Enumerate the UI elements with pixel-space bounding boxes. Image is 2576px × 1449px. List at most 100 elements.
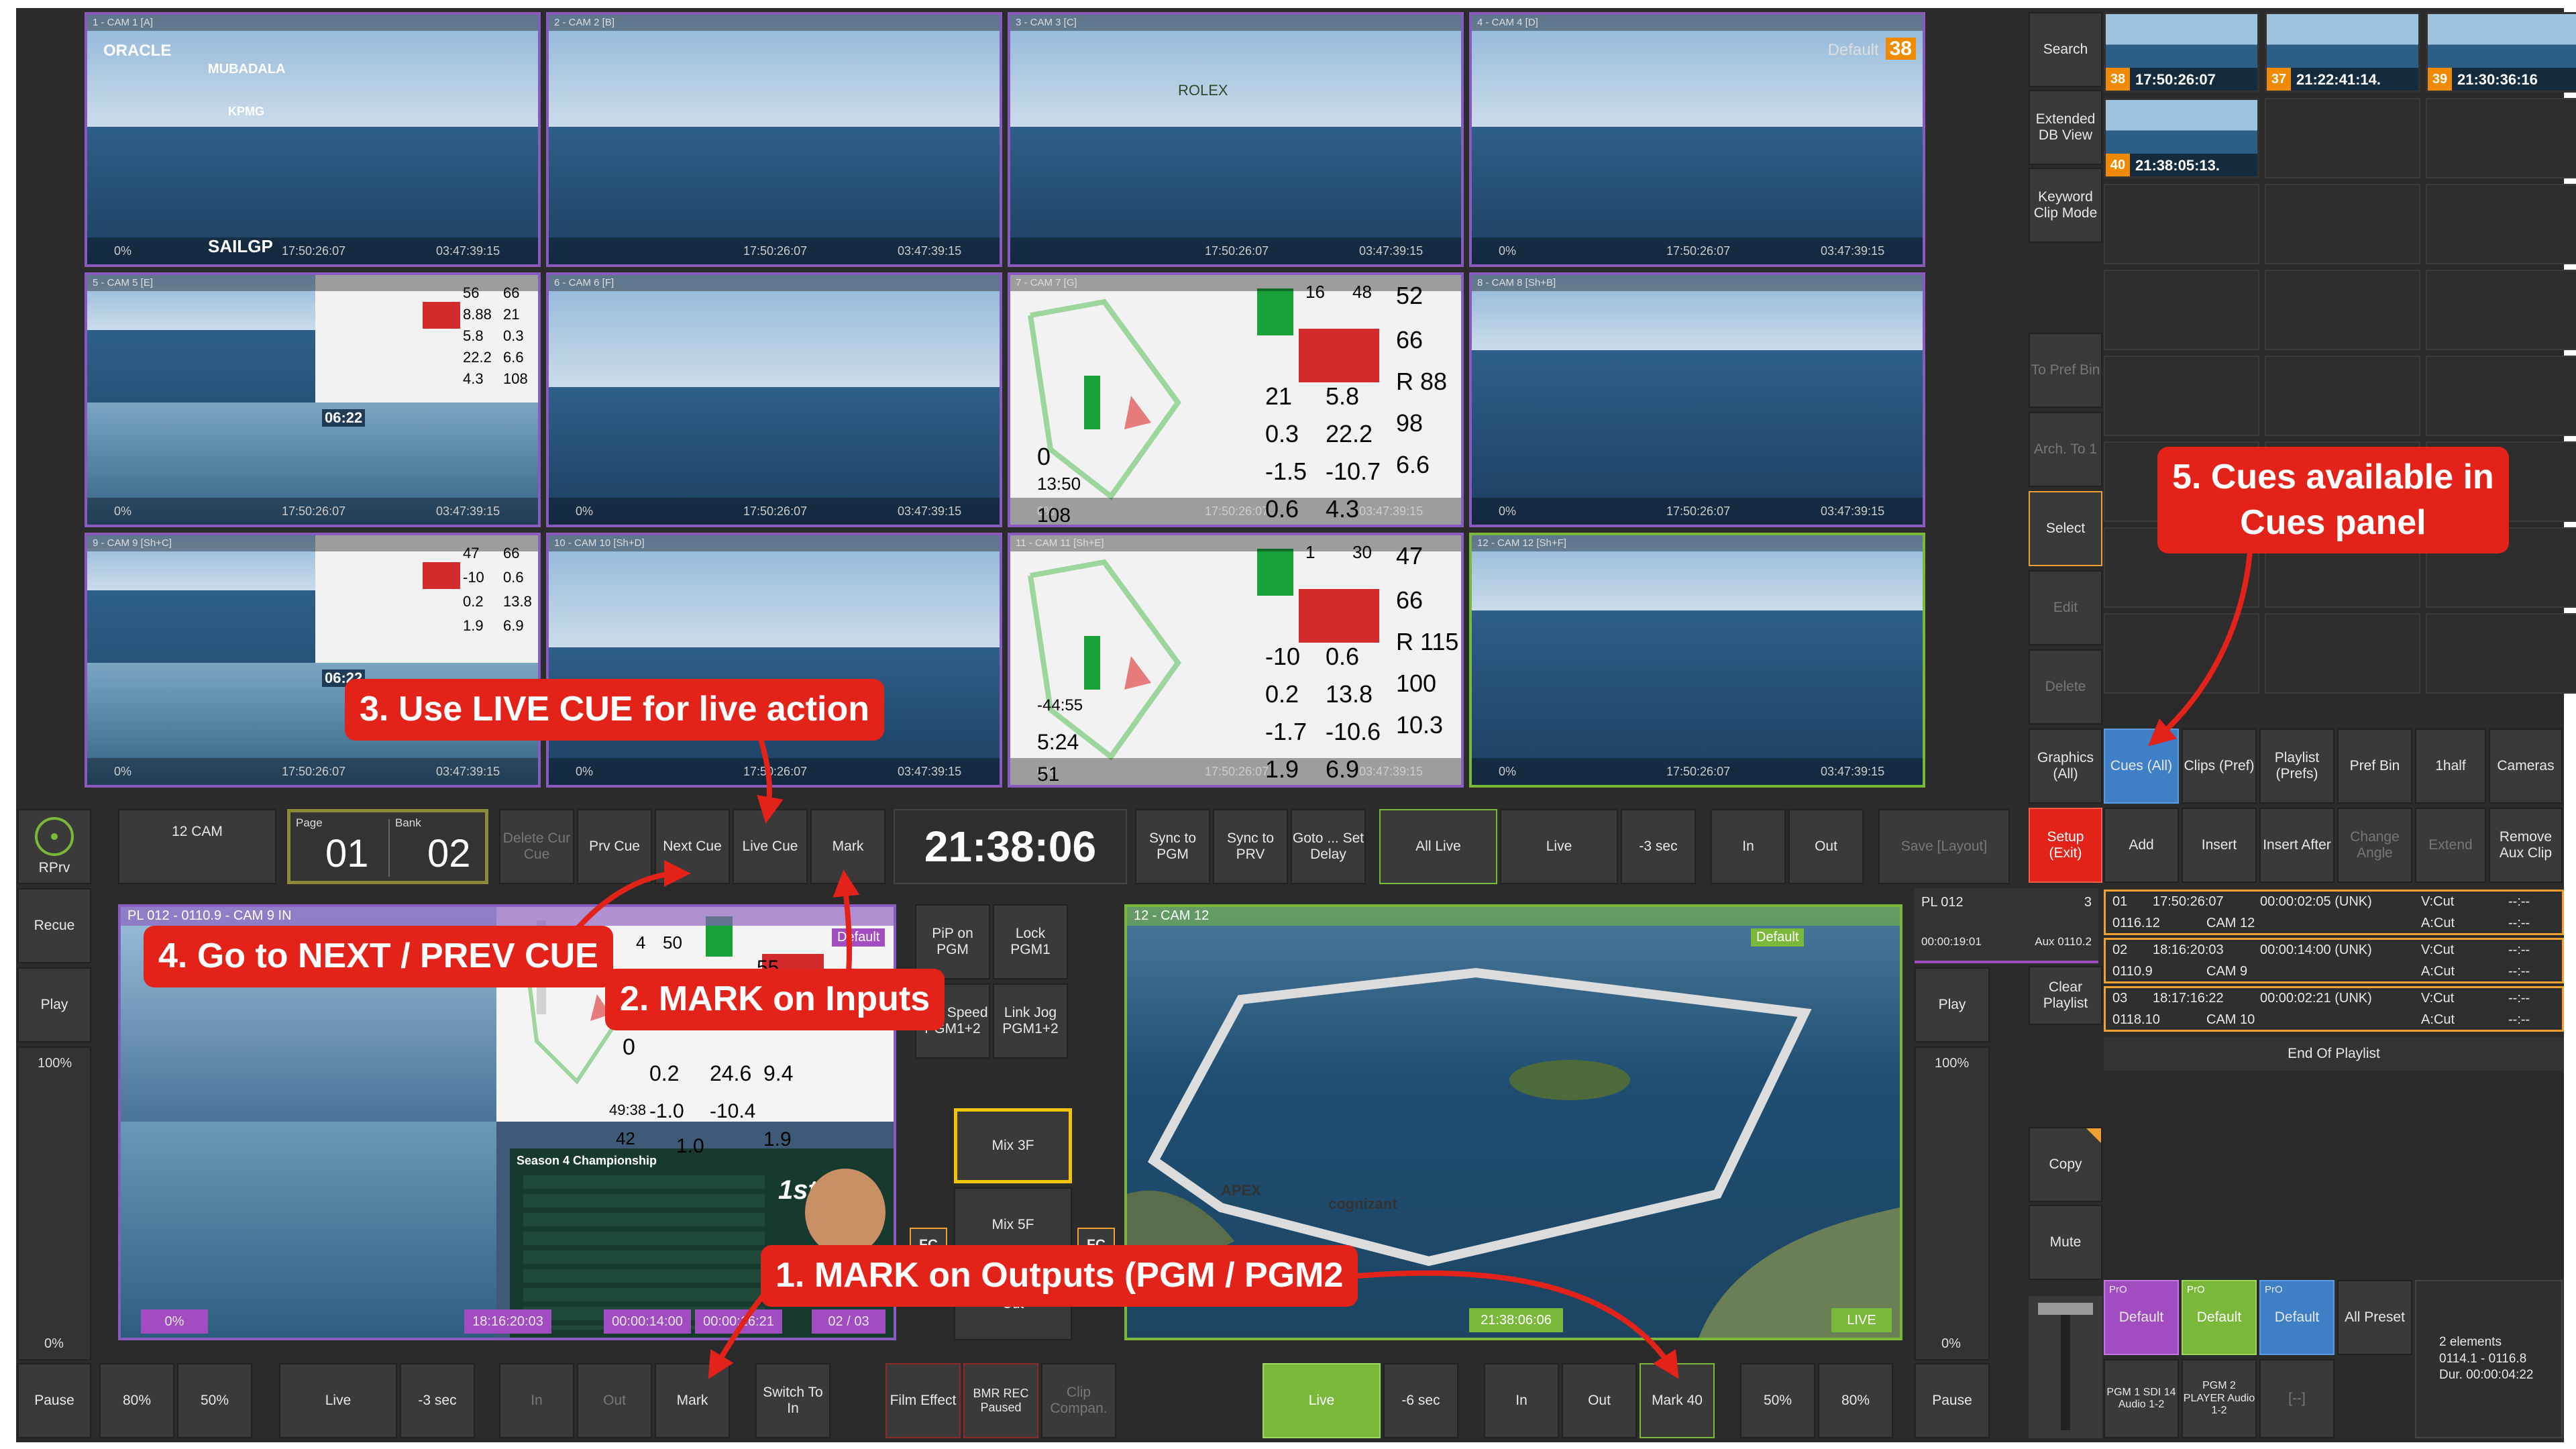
clip-slot[interactable] xyxy=(2104,356,2259,436)
mute-button[interactable]: Mute xyxy=(2029,1205,2102,1280)
tab-cues[interactable]: Cues (All) xyxy=(2104,729,2179,804)
speed-slider[interactable]: 100% 0% xyxy=(17,1046,91,1360)
next-cue-button[interactable]: Next Cue xyxy=(655,809,730,884)
clip-slot[interactable] xyxy=(2426,613,2576,694)
speed-50-button-right[interactable]: 50% xyxy=(1740,1363,1815,1438)
clip-slot[interactable] xyxy=(2265,98,2420,178)
camera-tile[interactable]: 4 - CAM 4 [D] 0% 17:50:26:07 03:47:39:15 Def… xyxy=(1469,12,1925,267)
link-jog-button[interactable]: Link Jog PGM1+2 xyxy=(993,983,1068,1059)
switch-to-in-button[interactable]: Switch To In xyxy=(755,1363,830,1438)
clip-slot[interactable] xyxy=(2104,184,2259,264)
live-button-top[interactable]: Live xyxy=(1500,809,1618,884)
preset-default-3[interactable]: PrO Default xyxy=(2259,1280,2334,1355)
out-button-bottom-right[interactable]: Out xyxy=(1562,1363,1637,1438)
goto-set-delay-button[interactable]: Goto ... Set Delay xyxy=(1291,809,1366,884)
insert-after-button[interactable]: Insert After xyxy=(2259,808,2334,883)
speed-slider-right[interactable]: 100% 0% xyxy=(1915,1046,1990,1360)
in-button-bottom-left[interactable]: In xyxy=(499,1363,574,1438)
clip-slot[interactable] xyxy=(2426,270,2576,350)
out-button-top[interactable]: Out xyxy=(1788,809,1864,884)
to-pref-bin-button[interactable]: To Pref Bin xyxy=(2029,333,2102,408)
minus-6-sec-button[interactable]: -6 sec xyxy=(1383,1363,1458,1438)
speed-80-button-left[interactable]: 80% xyxy=(99,1363,174,1438)
mark-button-bottom-left[interactable]: Mark xyxy=(655,1363,730,1438)
tab-cameras[interactable]: Cameras xyxy=(2489,729,2563,804)
empty-output-button[interactable]: [--] xyxy=(2259,1359,2334,1438)
camera-tile[interactable]: 10 - CAM 10 [Sh+D] 0% 17:50:26:07 03:47:39:… xyxy=(546,533,1002,788)
clip-slot[interactable] xyxy=(2104,613,2259,694)
add-button[interactable]: Add xyxy=(2104,808,2179,883)
pgm2-output-button[interactable]: PGM 2 PLAYER Audio 1-2 xyxy=(2182,1359,2257,1438)
fader-knob[interactable] xyxy=(2038,1303,2093,1315)
cue-row[interactable]: 03 18:17:16:22 00:00:02:21 (UNK) V:Cut --:--… xyxy=(2104,986,2564,1032)
tab-pref-bin[interactable]: Pref Bin xyxy=(2337,729,2412,804)
recue-button[interactable]: Recue xyxy=(17,888,91,963)
archive-to-button[interactable]: Arch. To 1 xyxy=(2029,412,2102,487)
sync-to-prv-button[interactable]: Sync to PRV xyxy=(1213,809,1288,884)
in-button-bottom-right[interactable]: In xyxy=(1484,1363,1559,1438)
tab-clips[interactable]: Clips (Pref) xyxy=(2182,729,2257,804)
clear-playlist-button[interactable]: Clear Playlist xyxy=(2029,966,2102,1025)
mark-input-button[interactable]: Mark xyxy=(810,809,885,884)
tab-playlist[interactable]: Playlist (Prefs) xyxy=(2259,729,2334,804)
camera-tile[interactable]: 7 - CAM 7 [G] 0% 17:50:26:07 03:47:39:15 16 4… xyxy=(1008,272,1464,527)
preset-default-1[interactable]: PrO Default xyxy=(2104,1280,2179,1355)
speed-50-button-left[interactable]: 50% xyxy=(177,1363,252,1438)
copy-button[interactable]: Copy xyxy=(2029,1127,2102,1202)
camera-tile[interactable]: 5 - CAM 5 [E] 0% 17:50:26:07 03:47:39:15 56 6… xyxy=(85,272,541,527)
out-button-bottom-left[interactable]: Out xyxy=(577,1363,652,1438)
prv-cue-button[interactable]: Prv Cue xyxy=(577,809,652,884)
play-button[interactable]: Play xyxy=(17,967,91,1042)
clip-companion-button[interactable]: Clip Compan. xyxy=(1041,1363,1116,1438)
camera-tile[interactable]: 11 - CAM 11 [Sh+E] 0% 17:50:26:07 03:47:39:… xyxy=(1008,533,1464,788)
minus-3-sec-button-bottom[interactable]: -3 sec xyxy=(400,1363,475,1438)
clip-slot[interactable] xyxy=(2426,98,2576,178)
delete-button[interactable]: Delete xyxy=(2029,649,2102,724)
insert-button[interactable]: Insert xyxy=(2182,808,2257,883)
clip-slot[interactable] xyxy=(2104,270,2259,350)
live-cue-button[interactable]: Live Cue xyxy=(733,809,808,884)
save-layout-button[interactable]: Save [Layout] xyxy=(1878,809,2010,884)
extend-button[interactable]: Extend xyxy=(2415,808,2486,883)
camera-tile[interactable]: 1 - CAM 1 [A] 0% 17:50:26:07 03:47:39:15 ORA… xyxy=(85,12,541,267)
all-live-button[interactable]: All Live xyxy=(1379,809,1497,884)
camera-tile[interactable]: 12 - CAM 12 [Sh+F] 0% 17:50:26:07 03:47:39:… xyxy=(1469,533,1925,788)
clip-slot[interactable] xyxy=(2265,270,2420,350)
play-button-right[interactable]: Play xyxy=(1915,967,1990,1042)
change-angle-button[interactable]: Change Angle xyxy=(2337,808,2412,883)
live-button-bottom-green[interactable]: Live xyxy=(1263,1363,1381,1438)
sync-to-pgm-button[interactable]: Sync to PGM xyxy=(1135,809,1210,884)
lock-pgm1-button[interactable]: Lock PGM1 xyxy=(993,904,1068,979)
minus-3-sec-button-top[interactable]: -3 sec xyxy=(1621,809,1696,884)
all-preset-button[interactable]: All Preset xyxy=(2337,1280,2412,1355)
bmr-rec-button[interactable]: BMR REC Paused xyxy=(963,1363,1038,1438)
page-bank-display[interactable]: Page 01 Bank 02 xyxy=(287,809,488,884)
delete-cur-cue-button[interactable]: Delete Cur Cue xyxy=(499,809,574,884)
pause-button-right[interactable]: Pause xyxy=(1915,1363,1990,1438)
film-effect-button[interactable]: Film Effect xyxy=(885,1363,961,1438)
mix-3f-button[interactable]: Mix 3F xyxy=(954,1108,1072,1183)
edit-button[interactable]: Edit xyxy=(2029,570,2102,645)
camera-tile[interactable]: 2 - CAM 2 [B] 17:50:26:07 03:47:39:15 xyxy=(546,12,1002,267)
camera-tile[interactable]: 3 - CAM 3 [C] 17:50:26:07 03:47:39:15 ROLEX xyxy=(1008,12,1464,267)
clip-slot[interactable] xyxy=(2265,613,2420,694)
clip-thumbnail[interactable]: 21:30:36:16 39 xyxy=(2426,12,2576,93)
pgm1-output-button[interactable]: PGM 1 SDI 14 Audio 1-2 xyxy=(2104,1359,2179,1438)
clip-thumbnail[interactable]: 21:38:05:13. 40 xyxy=(2104,98,2259,178)
setup-exit-button[interactable]: Setup (Exit) xyxy=(2029,808,2102,883)
clip-slot[interactable] xyxy=(2426,356,2576,436)
search-button[interactable]: Search xyxy=(2029,12,2102,87)
cue-row[interactable]: 01 17:50:26:07 00:00:02:05 (UNK) V:Cut --:--… xyxy=(2104,890,2564,935)
clip-slot[interactable] xyxy=(2265,356,2420,436)
live-button-bottom-left[interactable]: Live xyxy=(279,1363,397,1438)
audio-fader[interactable] xyxy=(2029,1296,2102,1438)
camera-tile[interactable]: 6 - CAM 6 [F] 0% 17:50:26:07 03:47:39:15 xyxy=(546,272,1002,527)
extended-db-view-button[interactable]: Extended DB View xyxy=(2029,90,2102,165)
clip-thumbnail[interactable]: 17:50:26:07 38 xyxy=(2104,12,2259,93)
in-button-top[interactable]: In xyxy=(1711,809,1786,884)
clip-thumbnail[interactable]: 21:22:41:14. 37 xyxy=(2265,12,2420,93)
remove-aux-clip-button[interactable]: Remove Aux Clip xyxy=(2489,808,2563,883)
keyword-clip-mode-button[interactable]: Keyword Clip Mode xyxy=(2029,168,2102,243)
cue-row[interactable]: 02 18:16:20:03 00:00:14:00 (UNK) V:Cut --:--… xyxy=(2104,938,2564,983)
pause-button-left[interactable]: Pause xyxy=(17,1363,91,1438)
